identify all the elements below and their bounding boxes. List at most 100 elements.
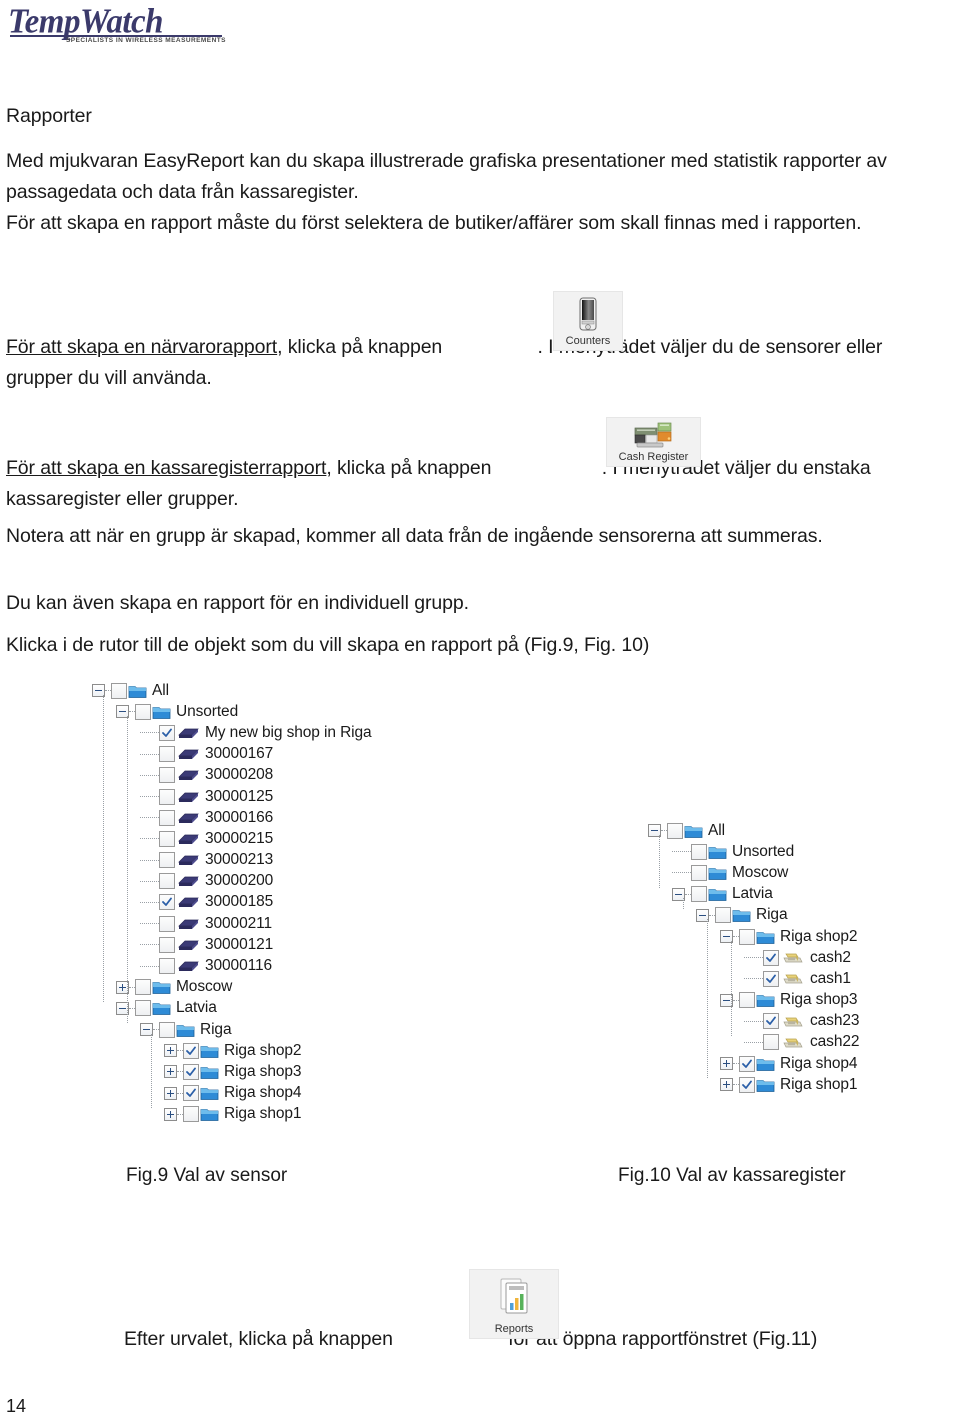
tree-node[interactable]: cash2 — [648, 947, 948, 968]
tree-node-checkbox[interactable] — [159, 788, 175, 805]
tree-node[interactable]: 30000213 — [92, 850, 572, 871]
tree-node[interactable]: Riga — [648, 905, 948, 926]
sensor-icon — [178, 768, 199, 782]
tree-node[interactable]: Latvia — [92, 998, 572, 1019]
paragraph-attendance-report: För att skapa en närvarorapport, klicka … — [6, 332, 946, 394]
tree-node[interactable]: Unsorted — [92, 701, 572, 722]
tree-node-checkbox[interactable] — [763, 970, 779, 987]
tree-node[interactable]: Moscow — [648, 862, 948, 883]
tree-node[interactable]: All — [92, 680, 572, 701]
tree-node-checkbox[interactable] — [739, 1055, 755, 1072]
tree-node[interactable]: Riga shop4 — [92, 1083, 572, 1104]
tree-expand-icon[interactable] — [720, 1078, 733, 1092]
tree-node-checkbox[interactable] — [159, 958, 175, 975]
tree-node-checkbox[interactable] — [159, 809, 175, 826]
page-title: Rapporter — [6, 105, 92, 127]
tree-node-checkbox[interactable] — [739, 928, 755, 945]
tree-node-checkbox[interactable] — [691, 886, 707, 903]
tree-expand-icon[interactable] — [164, 1044, 177, 1058]
tree-node-checkbox[interactable] — [111, 682, 127, 699]
tree-node[interactable]: 30000200 — [92, 871, 572, 892]
tree-node-checkbox[interactable] — [135, 703, 151, 720]
tree-node-label: 30000200 — [205, 872, 274, 890]
tree-node[interactable]: 30000167 — [92, 744, 572, 765]
tree-node[interactable]: Riga shop3 — [92, 1061, 572, 1082]
tree-node[interactable]: 30000116 — [92, 955, 572, 976]
tree-node-checkbox[interactable] — [135, 979, 151, 996]
cash-register-button[interactable]: Cash Register — [606, 417, 701, 467]
tree-node[interactable]: Riga shop3 — [648, 990, 948, 1011]
tree-node-checkbox[interactable] — [159, 915, 175, 932]
tree-node-label: My new big shop in Riga — [205, 723, 372, 741]
tree-node-label: Riga shop2 — [224, 1041, 302, 1059]
tree-node[interactable]: cash22 — [648, 1032, 948, 1053]
tree-connector-stub — [140, 732, 159, 734]
tree-node[interactable]: 30000185 — [92, 892, 572, 913]
tree-node[interactable]: Riga — [92, 1019, 572, 1040]
sensor-tree[interactable]: All Unsorted My new big shop in Riga 300… — [92, 680, 572, 1125]
cash-register-tree[interactable]: All Unsorted Moscow Latvia Riga Riga sho… — [648, 820, 948, 1096]
tree-node-checkbox[interactable] — [183, 1106, 199, 1123]
tree-node-checkbox[interactable] — [159, 936, 175, 953]
tree-node-checkbox[interactable] — [763, 949, 779, 966]
tree-node-checkbox[interactable] — [159, 830, 175, 847]
tree-node[interactable]: 30000211 — [92, 913, 572, 934]
tree-node-label: 30000215 — [205, 829, 274, 847]
tree-node-checkbox[interactable] — [135, 1000, 151, 1017]
tree-node[interactable]: 30000215 — [92, 828, 572, 849]
tree-node-label: 30000125 — [205, 787, 274, 805]
tree-node-checkbox[interactable] — [739, 992, 755, 1009]
tree-node[interactable]: Moscow — [92, 977, 572, 998]
tree-node-checkbox[interactable] — [183, 1063, 199, 1080]
tree-node-checkbox[interactable] — [715, 907, 731, 924]
tree-node[interactable]: Riga shop1 — [648, 1074, 948, 1095]
tree-node-checkbox[interactable] — [691, 843, 707, 860]
paragraph-group-note: Notera att när en grupp är skapad, komme… — [6, 525, 823, 547]
tree-node[interactable]: 30000121 — [92, 934, 572, 955]
tree-node-checkbox[interactable] — [763, 1034, 779, 1051]
tree-node[interactable]: cash1 — [648, 968, 948, 989]
folder-icon — [756, 992, 775, 1008]
tree-node-label: Riga — [200, 1020, 232, 1038]
folder-icon — [152, 1000, 171, 1016]
tree-node-checkbox[interactable] — [691, 864, 707, 881]
tree-node-checkbox[interactable] — [159, 852, 175, 869]
folder-icon — [708, 886, 727, 902]
tree-node[interactable]: Riga shop2 — [92, 1040, 572, 1061]
tree-node[interactable]: 30000208 — [92, 765, 572, 786]
tree-node-label: Riga shop3 — [780, 991, 858, 1009]
tree-node-checkbox[interactable] — [159, 767, 175, 784]
tree-node[interactable]: All — [648, 820, 948, 841]
tree-node[interactable]: My new big shop in Riga — [92, 722, 572, 743]
tree-expand-icon[interactable] — [164, 1086, 177, 1100]
tree-connector-stub — [672, 851, 691, 853]
tree-node-checkbox[interactable] — [739, 1076, 755, 1093]
tree-expand-icon[interactable] — [720, 1057, 733, 1071]
page-number: 14 — [6, 1396, 27, 1416]
tree-node[interactable]: Unsorted — [648, 841, 948, 862]
tree-node-checkbox[interactable] — [183, 1042, 199, 1059]
tree-node-label: Riga shop4 — [224, 1084, 302, 1102]
tree-node-checkbox[interactable] — [667, 822, 683, 839]
tree-expand-icon[interactable] — [164, 1065, 177, 1079]
tree-expand-icon[interactable] — [164, 1107, 177, 1121]
tree-node-label: Riga — [756, 906, 788, 924]
tree-node-checkbox[interactable] — [763, 1013, 779, 1030]
tree-node[interactable]: Riga shop2 — [648, 926, 948, 947]
counters-button[interactable]: Counters — [553, 291, 623, 351]
tree-connector-stub — [140, 880, 159, 882]
reports-button[interactable]: Reports — [469, 1269, 559, 1339]
tree-node[interactable]: Latvia — [648, 884, 948, 905]
tree-node-checkbox[interactable] — [159, 746, 175, 763]
tree-node-checkbox[interactable] — [183, 1085, 199, 1102]
tree-node[interactable]: 30000125 — [92, 786, 572, 807]
tree-node[interactable]: cash23 — [648, 1011, 948, 1032]
tree-node-checkbox[interactable] — [159, 724, 175, 741]
tree-node-checkbox[interactable] — [159, 894, 175, 911]
tree-node-checkbox[interactable] — [159, 1021, 175, 1038]
tree-node[interactable]: 30000166 — [92, 807, 572, 828]
tree-node[interactable]: Riga shop4 — [648, 1053, 948, 1074]
tree-node-checkbox[interactable] — [159, 873, 175, 890]
tree-node-label: 30000166 — [205, 808, 274, 826]
tree-node[interactable]: Riga shop1 — [92, 1104, 572, 1125]
